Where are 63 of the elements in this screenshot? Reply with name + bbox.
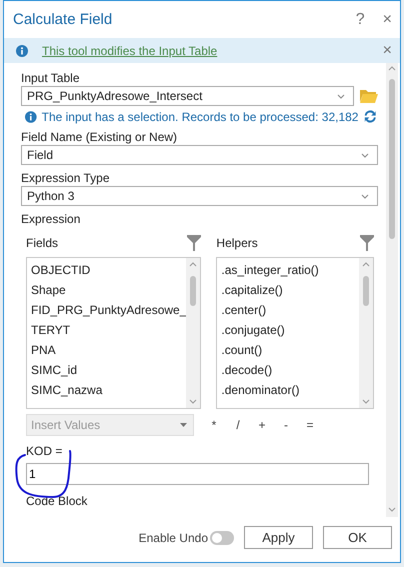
close-button[interactable]: × <box>382 10 392 28</box>
scroll-down-icon[interactable] <box>189 399 198 404</box>
list-item[interactable]: .center() <box>221 300 359 320</box>
list-item[interactable]: .conjugate() <box>221 320 359 340</box>
dialog-button[interactable]: OK <box>323 526 392 549</box>
scroll-down-icon[interactable] <box>362 399 370 404</box>
section-label: Expression <box>21 212 82 227</box>
toggle-label: Enable Undo <box>138 530 208 544</box>
scrollbar-thumb[interactable] <box>190 276 196 306</box>
list-item[interactable]: OBJECTID <box>31 260 186 280</box>
scroll-up-icon[interactable] <box>388 66 396 71</box>
scrollbar-thumb[interactable] <box>363 276 369 306</box>
folder-icon[interactable] <box>360 89 378 103</box>
scroll-up-icon[interactable] <box>189 262 198 267</box>
field-label: Field Name (Existing or New) <box>21 130 178 145</box>
dismiss-button[interactable]: × <box>382 42 392 60</box>
list-item[interactable]: .capitalize() <box>221 280 359 300</box>
info-icon <box>25 110 37 122</box>
operator-button[interactable]: / <box>233 418 243 432</box>
expression-label: KOD = <box>26 444 64 459</box>
filter-icon[interactable] <box>187 235 202 251</box>
help-button[interactable]: ? <box>356 10 365 28</box>
list-item[interactable]: .decode() <box>221 360 359 380</box>
operator-button[interactable]: = <box>305 418 315 432</box>
chevron-down-icon <box>337 94 345 98</box>
list-item[interactable]: FID_PRG_PunktyAdresowe_ <box>31 300 186 320</box>
list-item[interactable]: .denominator() <box>221 380 359 400</box>
list-heading: Helpers <box>216 236 258 250</box>
scrollbar[interactable] <box>186 258 200 408</box>
filter-icon[interactable] <box>360 235 374 251</box>
operator-button[interactable]: * <box>209 418 219 432</box>
field-label: Expression Type <box>21 171 110 186</box>
field-label: Code Block <box>26 494 88 508</box>
scroll-down-icon[interactable] <box>388 507 396 512</box>
info-icon <box>16 44 28 56</box>
dialog-button[interactable]: Apply <box>244 526 313 549</box>
list-item[interactable]: SIMC_id <box>31 360 186 380</box>
refresh-icon[interactable] <box>363 109 378 124</box>
expression-type-dropdown[interactable]: Python 3 <box>21 186 378 206</box>
expression-input-field[interactable]: 1 <box>26 463 369 485</box>
list-heading: Fields <box>26 236 58 250</box>
window-title: Calculate Field <box>13 11 114 28</box>
field-label: Input Table <box>21 71 80 86</box>
list-item[interactable]: .as_integer_ratio() <box>221 260 359 280</box>
field-name-dropdown[interactable]: Field <box>21 145 378 165</box>
toggle-switch[interactable] <box>210 530 234 544</box>
chevron-down-icon <box>361 194 369 198</box>
operator-button[interactable]: + <box>257 418 267 432</box>
scrollbar[interactable] <box>359 258 373 408</box>
selection-note: The input has a selection. Records to be processed: 32,182 <box>42 110 358 124</box>
input-table-dropdown[interactable]: PRG_PunktyAdresowe_Intersect <box>21 86 354 106</box>
scrollbar-thumb[interactable] <box>389 79 395 239</box>
dropdown-arrow-icon <box>180 423 187 427</box>
info-link[interactable]: This tool modifies the Input Table <box>42 44 365 58</box>
list-item[interactable]: TERYT <box>31 320 186 340</box>
operator-button[interactable]: - <box>281 418 291 432</box>
scrollbar[interactable] <box>386 63 398 517</box>
list-item[interactable]: .count() <box>221 340 359 360</box>
scroll-up-icon[interactable] <box>362 262 370 267</box>
list-item[interactable]: PNA <box>31 340 186 360</box>
list-item[interactable]: Shape <box>31 280 186 300</box>
chevron-down-icon <box>361 152 369 158</box>
list-item[interactable]: SIMC_nazwa <box>31 380 186 400</box>
